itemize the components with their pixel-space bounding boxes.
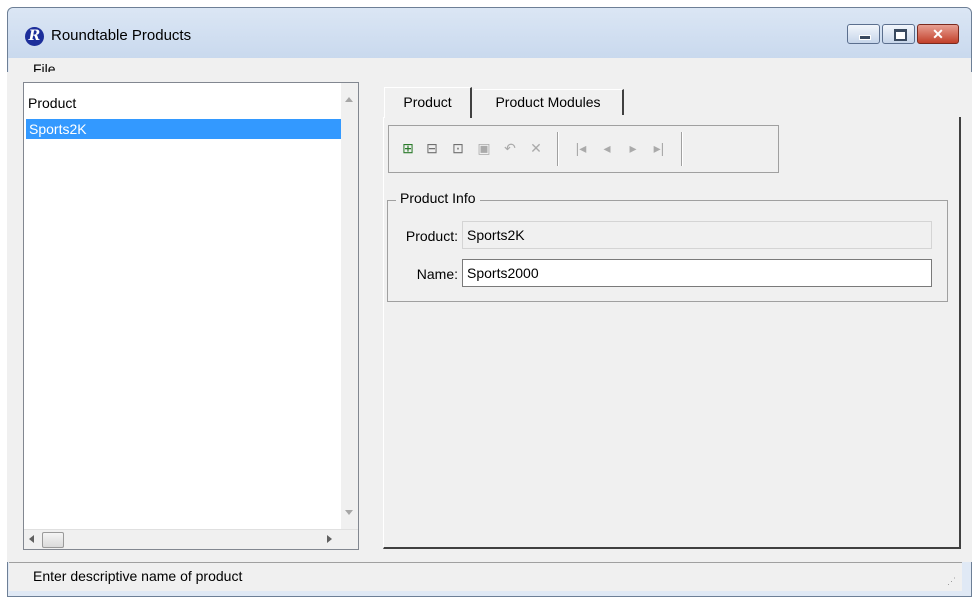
group-title: Product Info — [396, 190, 480, 206]
roundtable-logo-icon: R — [25, 27, 44, 46]
save-record-icon[interactable]: ▣ — [474, 138, 494, 158]
scroll-up-icon[interactable] — [345, 97, 353, 102]
product-list[interactable]: Product Sports2K — [23, 82, 359, 550]
scroll-down-icon[interactable] — [345, 510, 353, 515]
scroll-right-icon[interactable] — [327, 535, 332, 543]
window-title: Roundtable Products — [51, 27, 192, 44]
maximize-button[interactable] — [882, 24, 915, 44]
scroll-thumb[interactable] — [42, 532, 64, 548]
record-toolbar: ⊞ ⊟ ⊡ ▣ ↶ ✕ |◂ ◂ ▸ ▸| — [388, 125, 779, 173]
minimize-button[interactable] — [847, 24, 880, 44]
add-record-icon[interactable]: ⊞ — [398, 138, 418, 158]
copy-record-icon[interactable]: ⊟ — [422, 138, 442, 158]
last-record-icon[interactable]: ▸| — [649, 138, 669, 158]
prev-record-icon[interactable]: ◂ — [597, 138, 617, 158]
status-text: Enter descriptive name of product — [33, 568, 243, 584]
tab-product[interactable]: Product — [384, 87, 472, 118]
delete-icon[interactable]: ✕ — [526, 138, 546, 158]
name-field[interactable]: Sports2000 — [462, 259, 932, 287]
edit-record-icon[interactable]: ⊡ — [448, 138, 468, 158]
title-bar[interactable]: R Roundtable Products ✕ — [8, 8, 971, 58]
list-column-header[interactable]: Product — [28, 95, 76, 111]
horizontal-scrollbar[interactable] — [24, 529, 358, 549]
list-item[interactable]: Sports2K — [26, 119, 342, 139]
close-button[interactable]: ✕ — [917, 24, 959, 44]
name-field-label: Name: — [416, 266, 458, 282]
undo-icon[interactable]: ↶ — [500, 138, 520, 158]
toolbar-separator — [681, 132, 683, 166]
status-bar: Enter descriptive name of product ⋰ — [9, 562, 962, 591]
product-field-label: Product: — [405, 228, 458, 244]
scroll-left-icon[interactable] — [29, 535, 34, 543]
close-icon: ✕ — [932, 26, 944, 42]
maximize-icon — [894, 29, 907, 41]
resize-grip-icon[interactable]: ⋰ — [947, 576, 956, 587]
window-controls: ✕ — [845, 24, 959, 44]
vertical-scrollbar[interactable] — [341, 83, 358, 531]
first-record-icon[interactable]: |◂ — [571, 138, 591, 158]
toolbar-separator — [557, 132, 559, 166]
next-record-icon[interactable]: ▸ — [623, 138, 643, 158]
tab-panel — [383, 117, 961, 549]
tab-product-modules[interactable]: Product Modules — [474, 89, 624, 115]
product-field: Sports2K — [462, 221, 932, 249]
minimize-icon — [859, 35, 871, 40]
